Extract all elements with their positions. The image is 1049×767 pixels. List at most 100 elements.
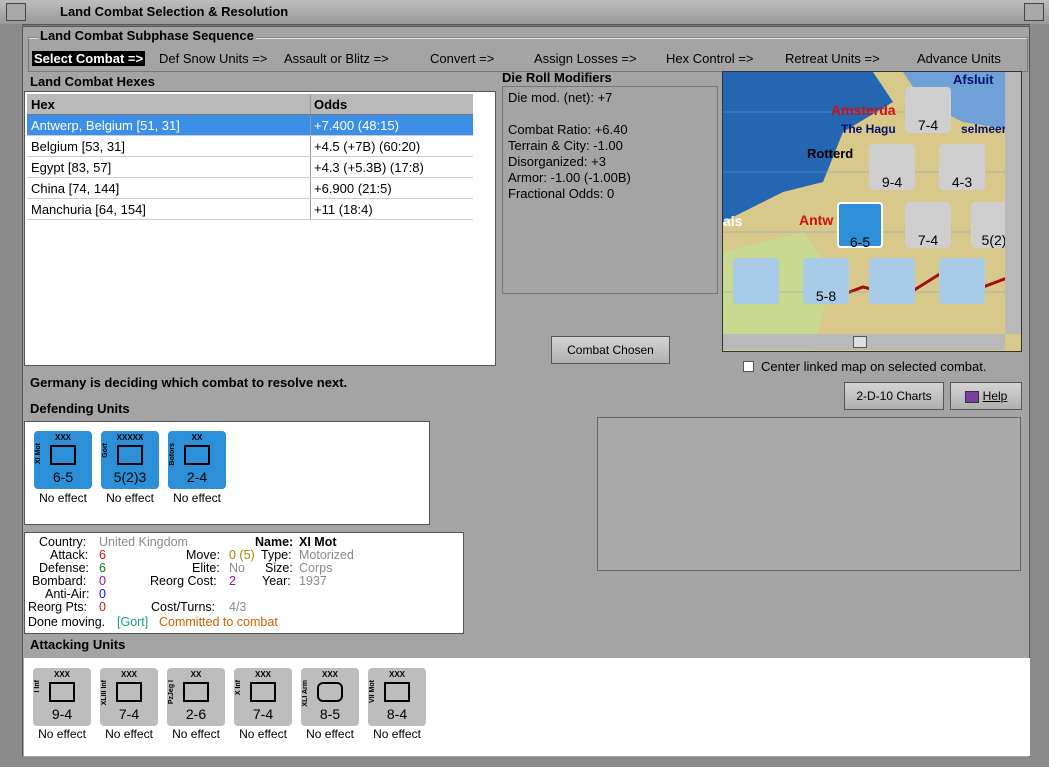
help-label: Help	[982, 389, 1008, 403]
unit-effect: No effect	[39, 491, 87, 505]
unit-name: Bofors	[169, 443, 176, 466]
map-counter[interactable]: 4-3	[939, 144, 985, 190]
map-label: Afsluit	[953, 72, 994, 87]
sequence-step-retreat[interactable]: Retreat Units =>	[785, 51, 880, 66]
odds-column-header[interactable]: Odds	[314, 97, 347, 112]
elite-value: No	[229, 561, 245, 575]
map-vertical-scrollbar[interactable]	[1005, 72, 1021, 334]
attacking-unit-counter[interactable]: XXX VII Mot 8-4	[368, 668, 426, 726]
close-button[interactable]	[1024, 3, 1044, 21]
charts-button[interactable]: 2-D-10 Charts	[844, 382, 944, 410]
attacking-unit-counter[interactable]: XXX XLIII Inf 7-4	[100, 668, 158, 726]
attacking-unit-counter[interactable]: XX PzJeg I 2-6	[167, 668, 225, 726]
unit-size: XXX	[53, 670, 70, 679]
defending-unit-counter[interactable]: XX Bofors 2-4	[168, 431, 226, 489]
map-counter[interactable]: 7-4	[905, 202, 951, 248]
status-message: Germany is deciding which combat to reso…	[30, 375, 348, 390]
map-label: Antw	[799, 212, 834, 228]
map-label: The Hagu	[841, 122, 896, 136]
sequence-step-select-combat[interactable]: Select Combat =>	[32, 51, 146, 66]
unit-effect: No effect	[106, 491, 154, 505]
unit-size: XX	[190, 670, 202, 679]
map-scroll-thumb[interactable]	[853, 336, 867, 348]
hex-row[interactable]: Egypt [83, 57] +4.3 (+5.3B) (17:8)	[27, 157, 473, 178]
country-label: Country:	[39, 535, 87, 549]
map-counter-selected[interactable]: 6-5	[837, 202, 883, 250]
hex-row[interactable]: Belgium [53, 31] +4.5 (+7B) (60:20)	[27, 136, 473, 157]
map-counter-strength: 5-8	[815, 288, 837, 304]
reorg-pts-label: Reorg Pts:	[28, 600, 88, 614]
attacking-title: Attacking Units	[30, 637, 126, 652]
map-counter-strength: 9-4	[881, 174, 903, 190]
hex-name: Belgium [53, 31]	[31, 139, 125, 154]
attacking-unit-counter[interactable]: XXX XLI Arm 8-5	[301, 668, 359, 726]
unit-strength: 8-5	[319, 706, 341, 722]
hex-row[interactable]: China [74, 144] +6.900 (21:5)	[27, 178, 473, 199]
sequence-step-assault[interactable]: Assault or Blitz =>	[284, 51, 389, 66]
defense-label: Defense:	[39, 561, 90, 575]
attacking-units-box: XXX I Inf 9-4 No effect XXX XLIII Inf 7-…	[24, 658, 1030, 756]
attack-label: Attack:	[50, 548, 89, 562]
map-horizontal-scrollbar[interactable]	[723, 334, 1005, 350]
anti-air-value: 0	[99, 587, 106, 601]
help-button[interactable]: Help	[950, 382, 1022, 410]
hexes-table: Hex Odds Antwerp, Belgium [51, 31] +7.40…	[24, 91, 496, 366]
center-map-checkbox[interactable]	[743, 361, 754, 372]
unit-name: X Inf	[235, 680, 242, 696]
hex-column-header[interactable]: Hex	[31, 97, 55, 112]
defending-unit-counter[interactable]: XXX XI Mot 6-5	[34, 431, 92, 489]
linked-map[interactable]: Afsluit Amsterda The Hagu selmeer Rotter…	[722, 71, 1022, 352]
sequence-step-advance[interactable]: Advance Units	[917, 51, 1001, 66]
year-label: Year:	[262, 574, 291, 588]
map-air-counter[interactable]	[733, 258, 779, 304]
defending-unit-counter[interactable]: XXXXX Gort 5(2)3	[101, 431, 159, 489]
map-label: Amsterda	[831, 102, 896, 118]
name-label: Name:	[255, 535, 294, 549]
year-value: 1937	[299, 574, 327, 588]
unit-size: XXX	[321, 670, 338, 679]
defense-value: 6	[99, 561, 106, 575]
infantry-icon	[49, 682, 75, 702]
modifier-line: Armor: -1.00 (-1.00B)	[508, 170, 631, 185]
unit-size: XXX	[388, 670, 405, 679]
unit-name: Gort	[102, 443, 109, 458]
map-air-counter[interactable]	[869, 258, 915, 304]
map-counter[interactable]: 7-4	[905, 87, 951, 133]
sequence-step-assign-losses[interactable]: Assign Losses =>	[534, 51, 637, 66]
combat-chosen-button[interactable]: Combat Chosen	[551, 336, 670, 364]
size-value: Corps	[299, 561, 333, 575]
unit-effect: No effect	[239, 727, 287, 741]
map-counter[interactable]: 5-8	[803, 258, 849, 304]
sequence-step-hex-control[interactable]: Hex Control =>	[666, 51, 753, 66]
type-label: Type:	[261, 548, 292, 562]
attacking-unit-counter[interactable]: XXX I Inf 9-4	[33, 668, 91, 726]
modifier-line: Combat Ratio: +6.40	[508, 122, 628, 137]
unit-size: XXX	[54, 433, 71, 442]
unit-effect: No effect	[172, 727, 220, 741]
reorg-pts-value: 0	[99, 600, 106, 614]
attacking-unit-counter[interactable]: XXX X Inf 7-4	[234, 668, 292, 726]
gort-tag: [Gort]	[117, 615, 149, 629]
map-counter[interactable]: 9-4	[869, 144, 915, 190]
anti-air-icon	[184, 445, 210, 465]
sequence-step-def-snow[interactable]: Def Snow Units =>	[159, 51, 267, 66]
hex-name: Manchuria [64, 154]	[31, 202, 146, 217]
hex-odds: +4.5 (+7B) (60:20)	[314, 139, 421, 154]
sequence-step-convert[interactable]: Convert =>	[430, 51, 494, 66]
type-value: Motorized	[299, 548, 354, 562]
bombard-value: 0	[99, 574, 106, 588]
map-air-counter[interactable]	[939, 258, 985, 304]
infantry-icon	[250, 682, 276, 702]
hexes-title: Land Combat Hexes	[30, 74, 155, 89]
unit-effect: No effect	[306, 727, 354, 741]
armor-icon	[317, 682, 343, 702]
anti-tank-icon	[183, 682, 209, 702]
hex-row[interactable]: Antwerp, Belgium [51, 31] +7.400 (48:15)	[27, 115, 473, 136]
hex-row[interactable]: Manchuria [64, 154] +11 (18:4)	[27, 199, 473, 220]
system-menu-button[interactable]	[6, 3, 26, 21]
bottom-border	[0, 757, 1049, 767]
result-panel	[597, 417, 1021, 571]
unit-strength: 6-5	[52, 469, 74, 485]
hex-odds: +7.400 (48:15)	[314, 118, 399, 133]
modifier-line: Terrain & City: -1.00	[508, 138, 623, 153]
